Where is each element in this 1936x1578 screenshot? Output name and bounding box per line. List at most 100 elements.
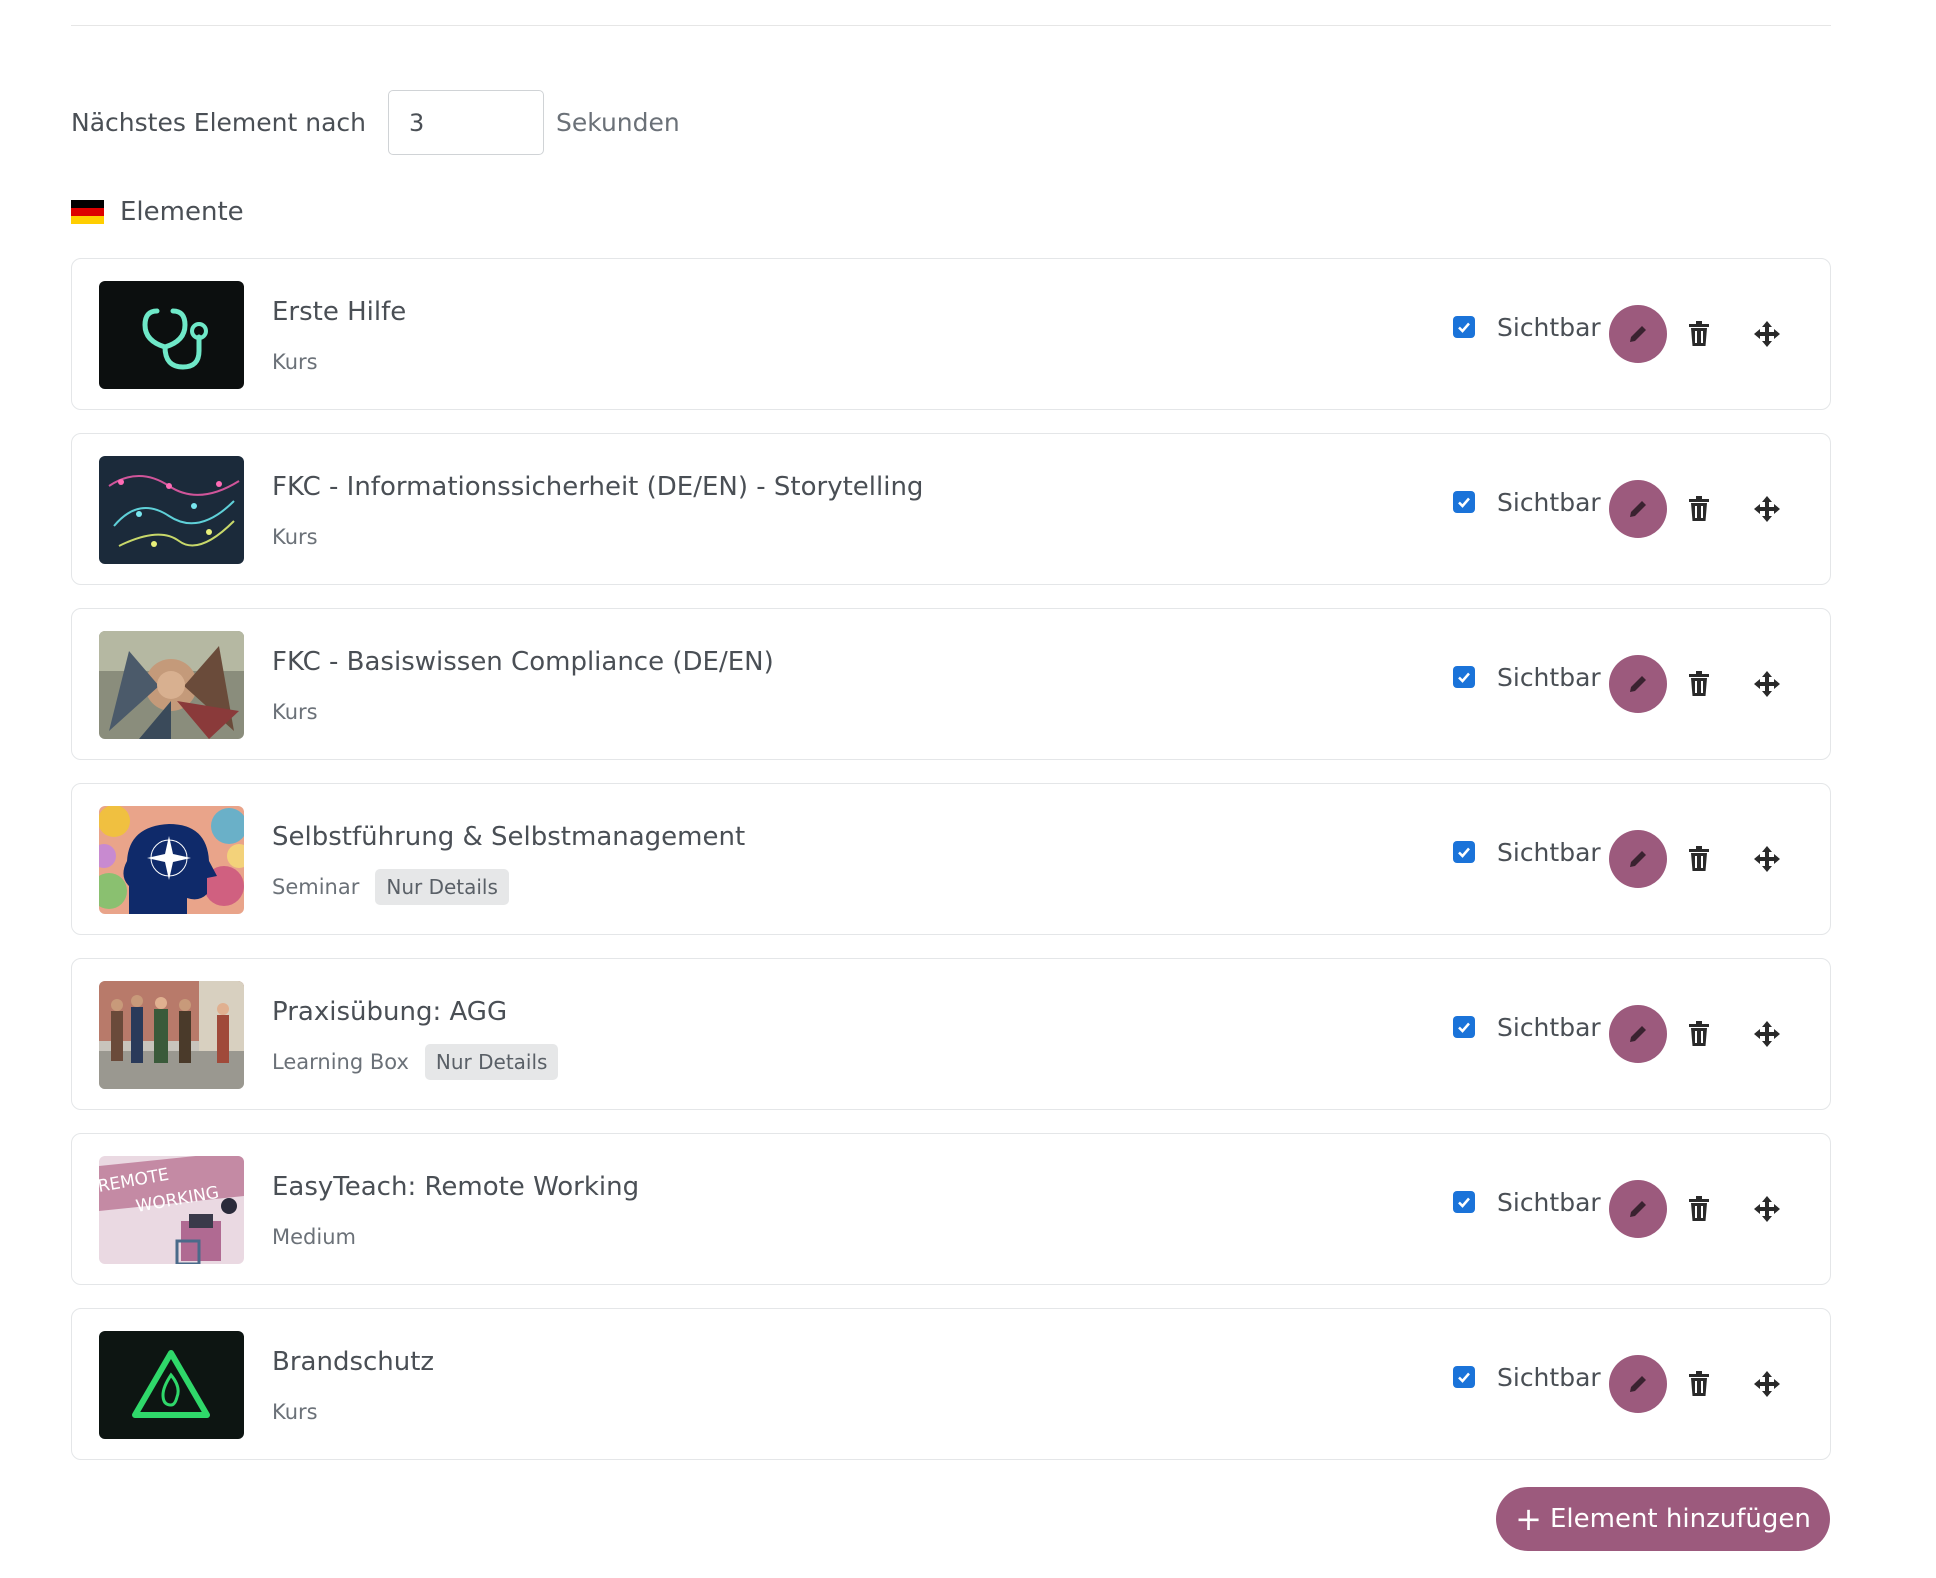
people-street-image: [99, 981, 244, 1089]
drag-handle[interactable]: [1750, 1367, 1784, 1401]
visible-toggle[interactable]: Sichtbar: [1453, 1359, 1601, 1395]
drag-handle[interactable]: [1750, 317, 1784, 351]
list-item: Praxisübung: AGG Learning Box Nur Detail…: [71, 958, 1831, 1110]
visible-toggle[interactable]: Sichtbar: [1453, 1184, 1601, 1220]
edit-button[interactable]: [1609, 1180, 1667, 1238]
visible-toggle[interactable]: Sichtbar: [1453, 484, 1601, 520]
visible-label: Sichtbar: [1497, 487, 1601, 517]
visible-toggle[interactable]: Sichtbar: [1453, 834, 1601, 870]
trash-icon: [1689, 496, 1709, 521]
fire-warning-image: [99, 1331, 244, 1439]
edit-button[interactable]: [1609, 830, 1667, 888]
visible-checkbox[interactable]: [1453, 316, 1475, 338]
visible-label: Sichtbar: [1497, 1187, 1601, 1217]
pencil-icon: [1630, 326, 1646, 342]
item-meta: Kurs: [272, 693, 318, 731]
item-meta: Kurs: [272, 518, 318, 556]
delete-button[interactable]: [1682, 667, 1716, 701]
trash-icon: [1689, 1196, 1709, 1221]
section-title: Elemente: [120, 197, 244, 227]
delay-label: Nächstes Element nach: [71, 108, 366, 137]
plus-icon: +: [1515, 1500, 1542, 1538]
item-meta: Kurs: [272, 1393, 318, 1431]
list-item: Erste Hilfe Kurs Sichtbar: [71, 258, 1831, 410]
visible-checkbox[interactable]: [1453, 1366, 1475, 1388]
edit-button[interactable]: [1609, 1005, 1667, 1063]
move-icon: [1754, 1021, 1780, 1047]
german-flag-icon: [71, 200, 104, 224]
item-meta: Kurs: [272, 343, 318, 381]
add-element-label: Element hinzufügen: [1549, 1504, 1811, 1534]
pencil-icon: [1630, 851, 1646, 867]
element-list: Erste Hilfe Kurs Sichtbar FKC - Informat…: [71, 258, 1831, 1483]
network-map-image: [99, 456, 244, 564]
visible-label: Sichtbar: [1497, 1362, 1601, 1392]
visible-toggle[interactable]: Sichtbar: [1453, 309, 1601, 345]
pencil-icon: [1630, 501, 1646, 517]
delete-button[interactable]: [1682, 1017, 1716, 1051]
edit-button[interactable]: [1609, 480, 1667, 538]
move-icon: [1754, 1196, 1780, 1222]
item-title[interactable]: Brandschutz: [272, 1347, 434, 1377]
visible-checkbox[interactable]: [1453, 666, 1475, 688]
trash-icon: [1689, 1021, 1709, 1046]
visible-label: Sichtbar: [1497, 662, 1601, 692]
move-icon: [1754, 671, 1780, 697]
item-title[interactable]: FKC - Informationssicherheit (DE/EN) - S…: [272, 472, 923, 502]
visible-checkbox[interactable]: [1453, 1191, 1475, 1213]
delete-button[interactable]: [1682, 1192, 1716, 1226]
stethoscope-image: [99, 281, 244, 389]
drag-handle[interactable]: [1750, 1017, 1784, 1051]
delay-unit-label: Sekunden: [556, 108, 680, 137]
item-title[interactable]: FKC - Basiswissen Compliance (DE/EN): [272, 647, 774, 677]
item-type: Learning Box: [272, 1050, 409, 1074]
drag-handle[interactable]: [1750, 1192, 1784, 1226]
item-title[interactable]: Selbstführung & Selbstmanagement: [272, 822, 745, 852]
visible-label: Sichtbar: [1497, 1012, 1601, 1042]
item-title[interactable]: EasyTeach: Remote Working: [272, 1172, 639, 1202]
item-type: Kurs: [272, 525, 318, 549]
delete-button[interactable]: [1682, 1367, 1716, 1401]
visible-checkbox[interactable]: [1453, 491, 1475, 513]
head-compass-image: [99, 806, 244, 914]
list-item: FKC - Basiswissen Compliance (DE/EN) Kur…: [71, 608, 1831, 760]
edit-button[interactable]: [1609, 655, 1667, 713]
visible-toggle[interactable]: Sichtbar: [1453, 659, 1601, 695]
move-icon: [1754, 496, 1780, 522]
drag-handle[interactable]: [1750, 842, 1784, 876]
visible-toggle[interactable]: Sichtbar: [1453, 1009, 1601, 1045]
trash-icon: [1689, 846, 1709, 871]
edit-button[interactable]: [1609, 1355, 1667, 1413]
item-title[interactable]: Erste Hilfe: [272, 297, 406, 327]
trash-icon: [1689, 1371, 1709, 1396]
item-meta: Learning Box Nur Details: [272, 1043, 559, 1081]
add-element-button[interactable]: + Element hinzufügen: [1496, 1487, 1830, 1551]
move-icon: [1754, 1371, 1780, 1397]
list-item: FKC - Informationssicherheit (DE/EN) - S…: [71, 433, 1831, 585]
edit-button[interactable]: [1609, 305, 1667, 363]
drag-handle[interactable]: [1750, 492, 1784, 526]
elements-section-header: Elemente: [71, 192, 244, 232]
list-item: Selbstführung & Selbstmanagement Seminar…: [71, 783, 1831, 935]
delete-button[interactable]: [1682, 317, 1716, 351]
visible-label: Sichtbar: [1497, 837, 1601, 867]
move-icon: [1754, 321, 1780, 347]
visible-checkbox[interactable]: [1453, 1016, 1475, 1038]
visible-checkbox[interactable]: [1453, 841, 1475, 863]
delete-button[interactable]: [1682, 492, 1716, 526]
trash-icon: [1689, 671, 1709, 696]
list-item: Brandschutz Kurs Sichtbar: [71, 1308, 1831, 1460]
item-type: Kurs: [272, 700, 318, 724]
pencil-icon: [1630, 1026, 1646, 1042]
delay-seconds-input[interactable]: [388, 90, 544, 155]
visible-label: Sichtbar: [1497, 312, 1601, 342]
delete-button[interactable]: [1682, 842, 1716, 876]
trash-icon: [1689, 321, 1709, 346]
item-meta: Medium: [272, 1218, 356, 1256]
item-type: Medium: [272, 1225, 356, 1249]
item-title[interactable]: Praxisübung: AGG: [272, 997, 507, 1027]
drag-handle[interactable]: [1750, 667, 1784, 701]
team-hands-image: [99, 631, 244, 739]
page: Nächstes Element nach Sekunden Elemente …: [0, 0, 1936, 1578]
delay-setting: Nächstes Element nach Sekunden: [71, 90, 680, 155]
